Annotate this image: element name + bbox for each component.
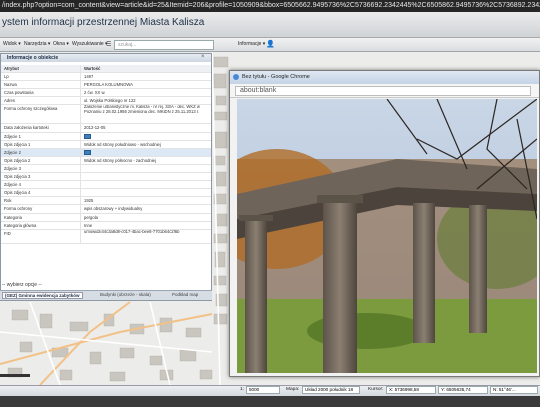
table-row[interactable]: Forma ochrony szczegółowa Założenie urban…	[1, 105, 211, 125]
attr-value: 2012-12-05	[84, 125, 106, 131]
attr-value: PERGOLA KOLUMNOWA	[84, 82, 133, 88]
attr-key: Nazwa	[1, 81, 81, 89]
table-row[interactable]: FID umowidzi44c3a8d8-c017-4bac-bee8-7701b…	[1, 229, 211, 244]
menu-widok[interactable]: Widok ▾	[3, 41, 21, 47]
attr-value: 1925	[84, 198, 94, 204]
table-row-selected[interactable]: Zdjęcie 2	[1, 148, 211, 157]
menu-narzedzia[interactable]: Narzędzia ▾	[24, 41, 50, 47]
attr-key: Zdjęcie 1	[1, 132, 81, 140]
table-row[interactable]: Opis zdjęcia 4	[1, 189, 211, 198]
table-row[interactable]: Zdjęcie 3	[1, 164, 211, 174]
attr-key: Rok	[1, 197, 81, 205]
chrome-popup-window[interactable]: Bez tytułu - Google Chrome about:blank	[229, 70, 540, 377]
image-icon[interactable]	[84, 150, 91, 156]
os-taskbar	[0, 396, 540, 407]
attr-value: umowidzi44c3a8d8-c017-4bac-bee8-7701b64c…	[84, 229, 180, 234]
menu-informacje[interactable]: Informacje ▾	[238, 41, 265, 47]
attr-value: ul. Wojska Polskiego nr 122	[84, 98, 136, 104]
panel-title: Informacje o obiekcie	[1, 54, 211, 62]
table-row[interactable]: Czas powstania 2 ćw. XX w.	[1, 89, 211, 98]
table-row[interactable]: Nazwa PERGOLA KOLUMNOWA	[1, 81, 211, 90]
object-info-panel: Informacje o obiekcie × Atrybut Wartość …	[0, 53, 212, 301]
browser-url-bar[interactable]: /index.php?option=com_content&view=artic…	[0, 0, 540, 12]
table-row[interactable]: Kategoria główna Inne	[1, 221, 211, 230]
table-row[interactable]: Forma ochrony wpis obszarowy + indywidual…	[1, 205, 211, 214]
address-bar-container: about:blank	[230, 84, 539, 98]
attr-value: Widok od strony południowo - wschodniej	[84, 141, 161, 147]
y-coordinate: Y: 6505635,74	[438, 386, 488, 394]
attr-value: pergola	[84, 214, 98, 220]
attr-key: Opis zdjęcia 4	[1, 189, 81, 197]
attr-value: Inne	[84, 222, 93, 228]
attr-key: Forma ochrony	[1, 205, 81, 213]
attr-value: wpis obszarowy + indywidualny	[84, 206, 143, 212]
attr-key: Forma ochrony szczegółowa	[1, 105, 81, 124]
window-title: Bez tytułu - Google Chrome	[230, 71, 539, 84]
attr-key: Lp	[1, 73, 81, 81]
tab-podklad[interactable]: Podkład map	[172, 292, 198, 297]
attr-key: FID	[1, 229, 81, 243]
attr-key: Kategoria	[1, 213, 81, 221]
pergola-photo	[237, 99, 537, 373]
attr-key: Data założenia kartoteki	[1, 124, 81, 132]
list-icon[interactable]: ☰	[106, 41, 111, 48]
column-header-attribute: Atrybut	[1, 65, 81, 73]
attr-key: Opis zdjęcia 2	[1, 156, 81, 164]
table-row[interactable]: Adres ul. Wojska Polskiego nr 122	[1, 97, 211, 106]
address-input[interactable]: about:blank	[235, 86, 531, 96]
scale-input[interactable]: 5000	[246, 386, 280, 394]
table-row[interactable]: Zdjęcie 1	[1, 132, 211, 141]
pergola-image	[237, 99, 537, 373]
options-select[interactable]: -- wybierz opcje --	[2, 282, 42, 288]
cursor-label: Kursor:	[368, 387, 384, 392]
attr-key: Zdjęcie 3	[1, 164, 81, 173]
attr-value	[81, 165, 211, 172]
chrome-icon	[233, 74, 239, 80]
attr-value	[81, 181, 211, 188]
attr-value	[81, 173, 211, 180]
attr-key: Opis zdjęcia 3	[1, 173, 81, 181]
map-label: Mapa:	[286, 387, 300, 392]
attr-value: Widok od strony północno - zachodniej	[84, 157, 156, 163]
geo-coordinate: N: 51°46'...	[490, 386, 538, 394]
attr-value: 2 ćw. XX w.	[84, 90, 106, 96]
table-row[interactable]: Data założenia kartoteki 2012-12-05	[1, 124, 211, 133]
x-coordinate: X: 5736998,58	[386, 386, 436, 394]
tab-gez[interactable]: (GEZ) Gminna ewidencja zabytków	[2, 292, 83, 299]
attr-key: Zdjęcie 2	[1, 148, 81, 156]
search-input[interactable]: szukaj...	[114, 40, 214, 50]
menu-wyszukiwanie[interactable]: Wyszukiwanie ▾	[72, 41, 108, 47]
close-icon[interactable]: ×	[201, 54, 205, 60]
table-row[interactable]: Opis zdjęcia 1 Widok od strony południowo…	[1, 140, 211, 149]
menu-okna[interactable]: Okna ▾	[53, 41, 69, 47]
user-icon[interactable]: 👤	[266, 40, 275, 48]
column-header-value: Wartość	[84, 66, 101, 71]
image-icon[interactable]	[84, 133, 91, 139]
table-row[interactable]: Kategoria pergola	[1, 213, 211, 222]
table-row[interactable]: Opis zdjęcia 3	[1, 173, 211, 182]
attr-value	[81, 189, 211, 196]
attr-value: 1497	[84, 74, 94, 80]
table-row[interactable]: Zdjęcie 4	[1, 181, 211, 190]
attr-key: Opis zdjęcia 1	[1, 140, 81, 148]
table-row[interactable]: Opis zdjęcia 2 Widok od strony północno -…	[1, 156, 211, 165]
crs-select[interactable]: Układ 2000 południk 18	[302, 386, 360, 394]
table-row[interactable]: Lp 1497	[1, 73, 211, 82]
table-row[interactable]: Rok 1925	[1, 197, 211, 206]
attr-value: Założenie urbanistyczne m. Kalisza - nr …	[84, 105, 200, 115]
attribute-table: Atrybut Wartość Lp 1497 Nazwa PERGOLA KOLU…	[1, 65, 211, 244]
table-header: Atrybut Wartość	[1, 65, 211, 74]
scale-label: 1:	[240, 387, 245, 392]
app-title: ystem informacji przestrzennej Miasta Ka…	[2, 17, 205, 28]
attr-key: Adres	[1, 97, 81, 105]
attr-key: Zdjęcie 4	[1, 181, 81, 189]
attr-key: Czas powstania	[1, 89, 81, 97]
attr-key: Kategoria główna	[1, 221, 81, 229]
tab-budynki[interactable]: Budynki (obrzeże - skala)	[100, 292, 151, 297]
